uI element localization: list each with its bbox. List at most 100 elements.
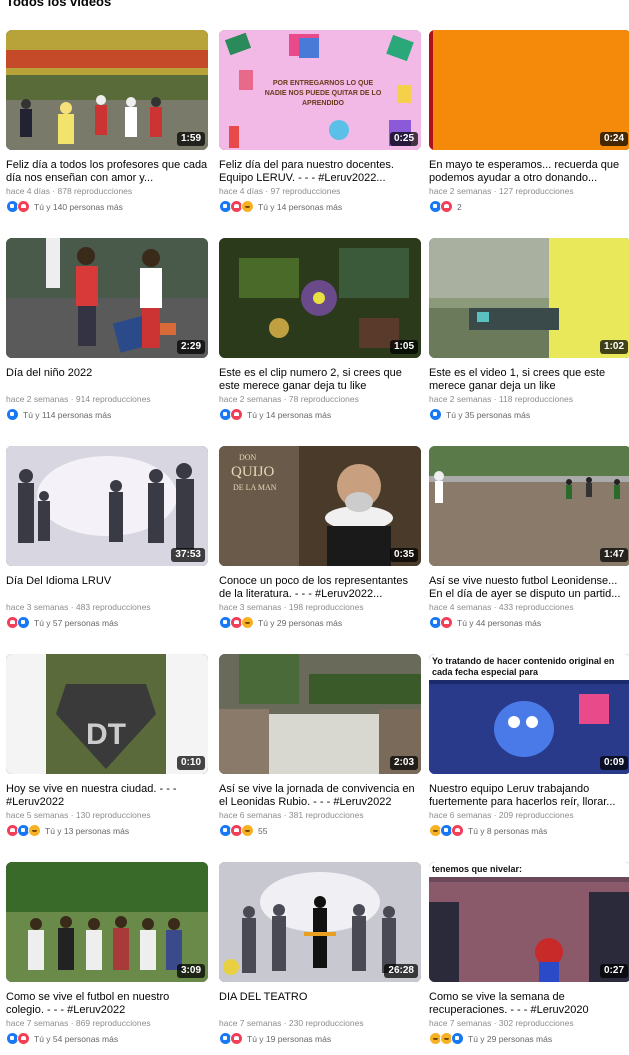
video-title[interactable]: Como se vive el futbol en nuestro colegi… [6,991,208,1017]
reactions-row[interactable]: Tú y 114 personas más [6,408,208,421]
video-meta: hace 3 semanas · 198 reproducciones [219,602,364,612]
video-meta: hace 3 semanas · 483 reproducciones [6,602,151,612]
reactions-row[interactable]: Tú y 44 personas más [429,616,629,629]
reactions-row[interactable]: Tú y 35 personas más [429,408,629,421]
video-title[interactable]: Día Del Idioma LRUV [6,575,208,601]
reactions-row[interactable]: Tú y 140 personas más [6,200,208,213]
video-thumbnail[interactable]: 1:47 [429,446,629,566]
reactions-row[interactable]: Tú y 13 personas más [6,824,208,837]
video-thumbnail[interactable]: tenemos que nivelar: 0:27 [429,862,629,982]
video-card[interactable]: Yo tratando de hacer contenido original … [429,654,629,837]
love-icon [440,616,453,629]
reactions-row[interactable]: Tú y 29 personas más [219,616,421,629]
video-thumbnail[interactable]: 0:24 [429,30,629,150]
video-card[interactable]: 3:09 Como se vive el futbol en nuestro c… [6,862,208,1045]
video-meta: hace 6 semanas · 381 reproducciones [219,810,364,820]
video-card[interactable]: DT 0:10 Hoy se vive en nuestra ciudad. -… [6,654,208,837]
video-card[interactable]: 37:53 Día Del Idioma LRUV hace 3 semanas… [6,446,208,629]
care-icon [241,616,254,629]
video-title[interactable]: Así se vive nuesto futbol Leonidense... … [429,575,629,601]
video-meta: hace 7 semanas · 869 reproducciones [6,1018,151,1028]
video-title[interactable]: Como se vive la semana de recuperaciones… [429,991,629,1017]
reactions-text: Tú y 13 personas más [45,825,130,836]
reactions-row[interactable]: Tú y 57 personas más [6,616,208,629]
video-thumbnail[interactable]: 26:28 [219,862,421,982]
video-meta: hace 4 días · 878 reproducciones [6,186,133,196]
video-duration: 0:10 [176,756,205,770]
reactions-text: Tú y 8 personas más [468,825,548,836]
svg-text:APRENDIDO: APRENDIDO [302,100,345,107]
video-card[interactable]: 2:03 Así se vive la jornada de convivenc… [219,654,421,837]
video-card[interactable]: 1:02 Este es el video 1, si crees que es… [429,238,629,421]
reactions-text: Tú y 14 personas más [247,409,332,420]
video-title[interactable]: Este es el clip numero 2, si crees que e… [219,367,421,393]
video-duration: 0:25 [389,132,418,146]
svg-text:QUIJO: QUIJO [231,464,274,480]
video-duration: 2:29 [176,340,205,354]
video-card[interactable]: POR ENTREGARNOS LO QUE NADIE NOS PUEDE Q… [219,30,421,213]
video-thumbnail[interactable]: 1:02 [429,238,629,358]
thumbnail-image [429,238,629,358]
video-thumbnail[interactable]: 37:53 [6,446,208,566]
like-icon [6,408,19,421]
reactions-row[interactable]: Tú y 19 personas más [219,1032,421,1045]
video-title[interactable]: Conoce un poco de los representantes de … [219,575,421,601]
video-thumbnail[interactable]: 2:03 [219,654,421,774]
reactions-text: 2 [457,201,462,212]
video-title[interactable]: Así se vive la jornada de convivencia en… [219,783,421,809]
video-meta: hace 7 semanas · 230 reproducciones [219,1018,364,1028]
reactions-text: Tú y 29 personas más [468,1033,553,1044]
video-thumbnail[interactable]: DT 0:10 [6,654,208,774]
reactions-text: Tú y 19 personas más [247,1033,332,1044]
video-card[interactable]: 0:24 En mayo te esperamos... recuerda qu… [429,30,629,213]
reactions-text: Tú y 54 personas más [34,1033,119,1044]
video-title[interactable]: Feliz día a todos los profesores que cad… [6,159,208,185]
video-title[interactable]: Feliz día del para nuestro docentes. Equ… [219,159,421,185]
video-grid: 1:59 Feliz día a todos los profesores qu… [0,0,629,1055]
care-icon [241,200,254,213]
reactions-row[interactable]: 55 [219,824,421,837]
reactions-row[interactable]: 2 [429,200,629,213]
video-thumbnail[interactable]: QUIJO DON DE LA MAN 0:35 [219,446,421,566]
thumbnail-caption: tenemos que nivelar: [429,862,629,877]
video-card[interactable]: 2:29 Día del niño 2022 hace 2 semanas · … [6,238,208,421]
video-card[interactable]: 1:59 Feliz día a todos los profesores qu… [6,30,208,213]
video-thumbnail[interactable]: 2:29 [6,238,208,358]
video-title[interactable]: Nuestro equipo Leruv trabajando fuerteme… [429,783,629,809]
video-thumbnail[interactable]: 3:09 [6,862,208,982]
reactions-row[interactable]: Tú y 14 personas más [219,408,421,421]
reactions-text: Tú y 114 personas más [23,409,112,420]
video-duration: 3:09 [176,964,205,978]
video-title[interactable]: Este es el video 1, si crees que este me… [429,367,629,393]
like-icon [451,1032,464,1045]
video-title[interactable]: DIA DEL TEATRO [219,991,421,1017]
video-card[interactable]: 1:05 Este es el clip numero 2, si crees … [219,238,421,421]
video-duration: 0:27 [599,964,628,978]
reactions-text: Tú y 35 personas más [446,409,531,420]
video-meta: hace 2 semanas · 127 reproducciones [429,186,574,196]
video-card[interactable]: tenemos que nivelar: 0:27 Como se vive l… [429,862,629,1045]
video-title[interactable]: Día del niño 2022 [6,367,208,393]
svg-text:DE LA MAN: DE LA MAN [233,483,277,492]
love-icon [17,200,30,213]
video-thumbnail[interactable]: POR ENTREGARNOS LO QUE NADIE NOS PUEDE Q… [219,30,421,150]
video-card[interactable]: 26:28 DIA DEL TEATRO hace 7 semanas · 23… [219,862,421,1045]
video-thumbnail[interactable]: Yo tratando de hacer contenido original … [429,654,629,774]
video-duration: 1:02 [599,340,628,354]
video-thumbnail[interactable]: 1:59 [6,30,208,150]
video-title[interactable]: Hoy se vive en nuestra ciudad. - - - #Le… [6,783,208,809]
video-card[interactable]: 1:47 Así se vive nuesto futbol Leonidens… [429,446,629,629]
video-meta: hace 2 semanas · 914 reproducciones [6,394,151,404]
thumbnail-image [429,30,629,150]
video-card[interactable]: QUIJO DON DE LA MAN 0:35 Conoce un poco … [219,446,421,629]
video-title[interactable]: En mayo te esperamos... recuerda que pod… [429,159,629,185]
reactions-row[interactable]: Tú y 14 personas más [219,200,421,213]
reactions-text: 55 [258,825,268,836]
video-meta: hace 4 días · 97 reproducciones [219,186,341,196]
video-meta: hace 5 semanas · 130 reproducciones [6,810,151,820]
video-thumbnail[interactable]: 1:05 [219,238,421,358]
video-duration: 0:24 [599,132,628,146]
reactions-row[interactable]: Tú y 54 personas más [6,1032,208,1045]
reactions-row[interactable]: Tú y 29 personas más [429,1032,629,1045]
reactions-row[interactable]: Tú y 8 personas más [429,824,629,837]
